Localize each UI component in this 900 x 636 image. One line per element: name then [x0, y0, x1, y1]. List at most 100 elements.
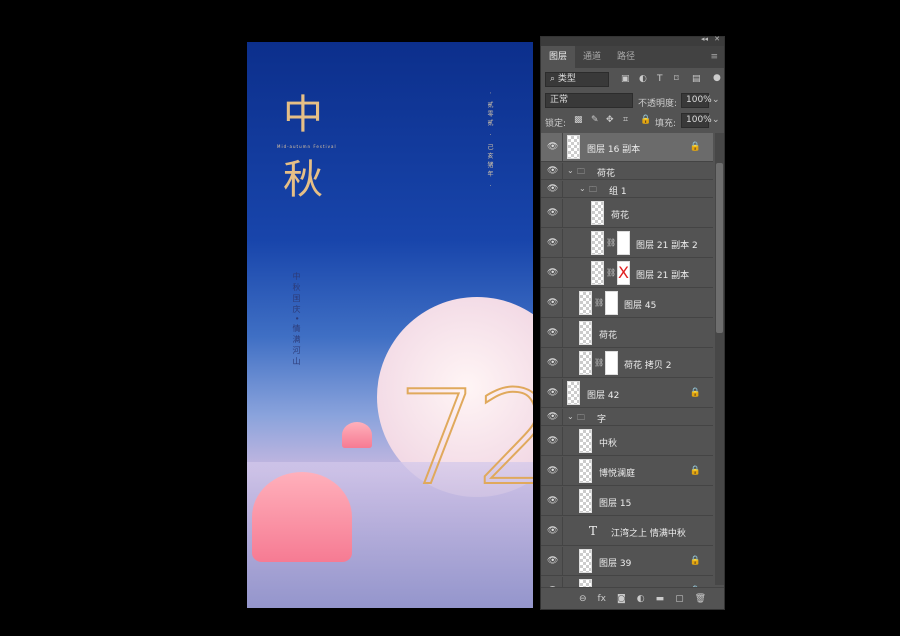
opacity-input[interactable]: 100%	[681, 93, 712, 108]
layer-thumbnail	[591, 261, 604, 285]
eye-icon[interactable]: 👁	[547, 526, 558, 536]
eye-icon[interactable]: 👁	[547, 388, 558, 398]
eye-icon[interactable]: 👁	[547, 298, 558, 308]
folder-icon: 🗀	[577, 412, 585, 422]
type-filter-icon[interactable]: T	[657, 74, 663, 84]
layer-name: 图层 21 副本 2	[636, 240, 698, 251]
eye-icon[interactable]: 👁	[547, 466, 558, 476]
smart-object-filter-icon[interactable]: ▤	[692, 74, 701, 84]
lock-position-icon[interactable]: ✥	[606, 115, 614, 125]
tab-0[interactable]: 图层	[541, 46, 576, 68]
eye-icon[interactable]: 👁	[547, 358, 558, 368]
poster-slogan: 中秋国庆•情满河山	[292, 272, 301, 368]
new-group-icon[interactable]: ▬	[656, 594, 665, 604]
new-layer-icon[interactable]: ▢	[675, 594, 684, 604]
add-mask-icon[interactable]: ◙	[617, 594, 626, 604]
text-layer-icon: T	[589, 523, 598, 538]
layer-row[interactable]: 👁 T 江湾之上 情满中秋	[541, 517, 713, 546]
tab-2[interactable]: 路径	[609, 46, 643, 68]
eye-icon[interactable]: 👁	[547, 268, 558, 278]
poster-title-zhong: 中	[283, 92, 325, 138]
filter-kind-select[interactable]: ⌕ 类型	[545, 72, 609, 87]
eye-icon[interactable]: 👁	[547, 328, 558, 338]
layer-row[interactable]: 👁 ⌄ 🗀 字	[541, 409, 713, 426]
collapse-icon[interactable]: ◂◂	[701, 35, 708, 43]
layer-name: 图层 45	[624, 300, 657, 311]
lock-transparent-icon[interactable]: ▩	[574, 115, 583, 125]
layer-mask-thumbnail[interactable]	[605, 351, 618, 375]
chevron-down-icon[interactable]: ⌄	[579, 184, 586, 193]
fill-dropdown-icon[interactable]: ⌄	[712, 115, 720, 125]
scrollbar-thumb[interactable]	[716, 163, 723, 333]
shape-filter-icon[interactable]: ⌑	[674, 74, 679, 84]
folder-icon: 🗀	[589, 184, 597, 194]
layer-row[interactable]: 👁 博悦澜庭 🔒	[541, 457, 713, 486]
link-icon[interactable]: ⛓	[594, 358, 604, 367]
link-icon[interactable]: ⛓	[606, 268, 616, 277]
filter-toggle[interactable]: ●	[713, 73, 721, 83]
eye-icon[interactable]: 👁	[547, 208, 558, 218]
chevron-down-icon[interactable]: ⌄	[567, 412, 574, 421]
eye-icon[interactable]: 👁	[547, 496, 558, 506]
panel-bottom-bar: ⊖ fx ◙ ◐ ▬ ▢ 🗑	[541, 587, 724, 609]
layer-row[interactable]: 👁 荷花	[541, 319, 713, 348]
close-icon[interactable]: ✕	[714, 35, 720, 43]
poster-year-text: · 贰零贰 · 己亥猪年 ·	[486, 92, 493, 190]
link-icon[interactable]: ⛓	[594, 298, 604, 307]
layer-mask-thumbnail[interactable]	[605, 291, 618, 315]
layer-name: 荷花	[599, 330, 618, 341]
eye-icon[interactable]: 👁	[547, 184, 558, 194]
layer-row[interactable]: 👁 图层 39 🔒	[541, 547, 713, 576]
layer-name: 字	[597, 414, 607, 425]
lock-image-icon[interactable]: ✎	[591, 115, 599, 125]
adjustment-layer-icon[interactable]: ◐	[637, 594, 645, 604]
layer-mask-thumbnail[interactable]: X	[617, 261, 630, 285]
adjustment-filter-icon[interactable]: ◐	[639, 74, 647, 84]
layer-thumbnail	[579, 351, 592, 375]
fill-input[interactable]: 100%	[681, 113, 712, 128]
blend-mode-select[interactable]: 正常	[545, 93, 633, 108]
layer-row[interactable]: 👁 ⌄ 🗀 组 1	[541, 181, 713, 198]
layer-row[interactable]: 👁 ⛓ X 图层 21 副本	[541, 259, 713, 288]
canvas-poster[interactable]: 中 Mid-autumn Festival 秋 · 贰零贰 · 己亥猪年 · 中…	[247, 42, 533, 608]
opacity-label: 不透明度:	[638, 99, 678, 109]
eye-icon[interactable]: 👁	[547, 238, 558, 248]
poster-number: 72	[396, 361, 533, 515]
link-icon[interactable]: ⛓	[606, 238, 616, 247]
layer-thumbnail	[579, 459, 592, 483]
layer-list: 👁 图层 16 副本 🔒 👁 ⌄ 🗀 荷花 👁 ⌄ 🗀 组 1 👁 荷花 👁 ⛓ 图层 21 副本 2 👁 ⛓ X 图…	[541, 133, 713, 593]
layer-name: 图层 15	[599, 498, 632, 509]
layer-name: 荷花	[597, 168, 616, 179]
eye-icon[interactable]: 👁	[547, 412, 558, 422]
layer-thumbnail	[591, 201, 604, 225]
lock-artboard-icon[interactable]: ⌗	[623, 115, 628, 125]
lock-all-icon[interactable]: 🔒	[640, 115, 651, 125]
panel-menu-icon[interactable]: ≡	[710, 52, 718, 62]
opacity-dropdown-icon[interactable]: ⌄	[712, 95, 720, 105]
layer-row[interactable]: 👁 ⛓ 荷花 拷贝 2	[541, 349, 713, 378]
layer-row[interactable]: 👁 荷花	[541, 199, 713, 228]
layer-row[interactable]: 👁 ⛓ 图层 21 副本 2	[541, 229, 713, 258]
eye-icon[interactable]: 👁	[547, 166, 558, 176]
layer-name: 图层 42	[587, 390, 620, 401]
eye-icon[interactable]: 👁	[547, 556, 558, 566]
layer-row[interactable]: 👁 中秋	[541, 427, 713, 456]
delete-icon[interactable]: 🗑	[695, 594, 706, 604]
layer-thumbnail	[579, 291, 592, 315]
layer-row[interactable]: 👁 图层 16 副本 🔒	[541, 133, 713, 162]
eye-icon[interactable]: 👁	[547, 142, 558, 152]
lock-icon: 🔒	[689, 141, 701, 152]
eye-icon[interactable]: 👁	[547, 436, 558, 446]
layer-row[interactable]: 👁 ⛓ 图层 45	[541, 289, 713, 318]
layer-row[interactable]: 👁 图层 42 🔒	[541, 379, 713, 408]
layer-row[interactable]: 👁 ⌄ 🗀 荷花	[541, 163, 713, 180]
fx-icon[interactable]: fx	[597, 594, 606, 604]
tab-1[interactable]: 通道	[575, 46, 609, 68]
layer-mask-thumbnail[interactable]	[617, 231, 630, 255]
layer-scrollbar[interactable]	[715, 133, 724, 585]
link-layers-icon[interactable]: ⊖	[579, 594, 587, 604]
layer-row[interactable]: 👁 图层 15	[541, 487, 713, 516]
folder-icon: 🗀	[577, 166, 585, 176]
chevron-down-icon[interactable]: ⌄	[567, 166, 574, 175]
image-filter-icon[interactable]: ▣	[621, 74, 630, 84]
